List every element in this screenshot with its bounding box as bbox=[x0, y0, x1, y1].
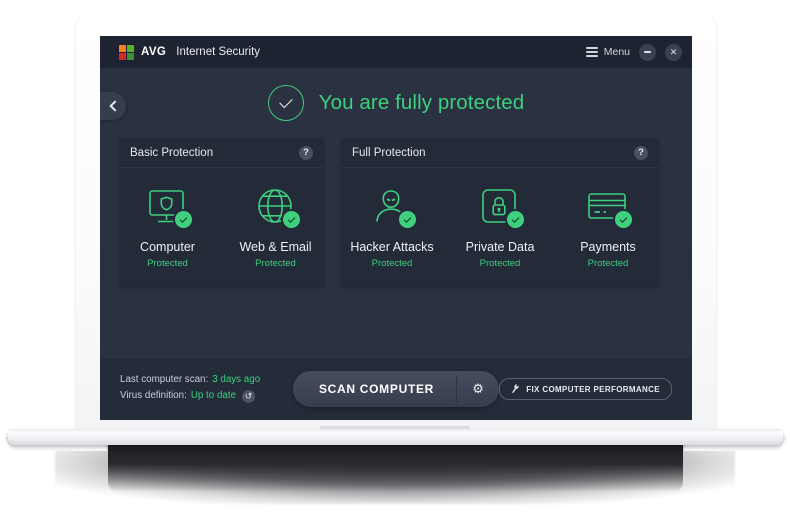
application-screen: AVG Internet Security Menu ✕ You are ful… bbox=[100, 36, 692, 420]
chevron-left-icon bbox=[108, 100, 121, 112]
menu-button-label: Menu bbox=[603, 46, 630, 58]
tile-state-payments: Protected bbox=[587, 258, 629, 269]
help-icon-basic[interactable]: ? bbox=[299, 145, 313, 160]
wrench-icon bbox=[510, 383, 521, 396]
tile-state-hacker-attacks: Protected bbox=[371, 258, 413, 269]
protection-panels: Basic Protection ? Computer Protected We… bbox=[100, 138, 692, 287]
gear-icon[interactable]: ⚙ bbox=[457, 371, 499, 407]
padlock-icon bbox=[476, 183, 526, 231]
close-button[interactable]: ✕ bbox=[665, 43, 682, 61]
panel-body: Computer Protected Web & Email Protected bbox=[119, 168, 324, 287]
refresh-icon[interactable]: ↺ bbox=[242, 389, 256, 403]
last-scan-label: Last computer scan: bbox=[120, 374, 209, 385]
tile-label-payments: Payments bbox=[580, 240, 636, 254]
last-scan-row: Last computer scan: 3 days ago bbox=[120, 372, 260, 388]
fix-computer-performance-label: FIX COMPUTER PERFORMANCE bbox=[526, 384, 660, 394]
help-icon-full[interactable]: ? bbox=[634, 145, 648, 160]
panel-header: Full Protection ? bbox=[341, 138, 659, 168]
check-badge-icon bbox=[397, 209, 418, 230]
tile-state-computer: Protected bbox=[147, 258, 188, 269]
close-icon: ✕ bbox=[669, 46, 678, 57]
laptop-base bbox=[8, 429, 783, 445]
minimize-icon bbox=[644, 51, 651, 53]
check-badge-icon bbox=[613, 209, 634, 230]
title-bar: AVG Internet Security Menu ✕ bbox=[100, 36, 692, 68]
panel-full-protection: Full Protection ? Hacker Attacks Protect… bbox=[341, 138, 659, 287]
virus-definition-value: Up to date bbox=[190, 390, 237, 401]
globe-icon bbox=[252, 183, 302, 231]
tile-computer[interactable]: Computer Protected bbox=[125, 183, 211, 269]
avg-tiles-logo-icon bbox=[119, 44, 134, 60]
scan-info: Last computer scan: 3 days ago Virus def… bbox=[120, 372, 260, 404]
check-circle-icon bbox=[267, 85, 304, 121]
check-badge-icon bbox=[280, 209, 302, 230]
app-title: Internet Security bbox=[176, 46, 261, 58]
hamburger-icon bbox=[585, 47, 598, 57]
tile-label-computer: Computer bbox=[140, 240, 195, 254]
title-bar-controls: Menu ✕ bbox=[585, 43, 682, 61]
footer-bar: Last computer scan: 3 days ago Virus def… bbox=[100, 357, 692, 420]
panel-header: Basic Protection ? bbox=[119, 138, 324, 168]
scan-computer-button-group: SCAN COMPUTER ⚙ bbox=[292, 371, 500, 407]
fix-computer-performance-button[interactable]: FIX COMPUTER PERFORMANCE bbox=[499, 378, 672, 400]
tile-private-data[interactable]: Private Data Protected bbox=[457, 183, 543, 269]
tile-state-web-email: Protected bbox=[255, 258, 296, 269]
check-badge-icon bbox=[172, 209, 194, 230]
protection-status-headline: You are fully protected bbox=[318, 91, 525, 114]
check-badge-icon bbox=[505, 209, 526, 230]
panel-title-basic: Basic Protection bbox=[130, 146, 214, 159]
tile-label-hacker-attacks: Hacker Attacks bbox=[350, 240, 434, 254]
laptop-mockup: AVG Internet Security Menu ✕ You are ful… bbox=[0, 0, 790, 513]
hacker-person-icon bbox=[368, 183, 418, 231]
tile-hacker-attacks[interactable]: Hacker Attacks Protected bbox=[349, 183, 435, 269]
virus-definition-label: Virus definition: bbox=[120, 390, 187, 401]
last-scan-value: 3 days ago bbox=[212, 374, 261, 385]
tile-label-private-data: Private Data bbox=[465, 240, 535, 254]
tile-payments[interactable]: Payments Protected bbox=[565, 183, 651, 269]
tile-state-private-data: Protected bbox=[479, 258, 521, 269]
brand-mark: AVG bbox=[141, 46, 167, 58]
brand: AVG Internet Security bbox=[119, 44, 261, 60]
credit-card-icon bbox=[584, 183, 634, 231]
computer-monitor-shield-icon bbox=[144, 183, 194, 231]
panel-basic-protection: Basic Protection ? Computer Protected We… bbox=[119, 138, 324, 287]
tile-web-email[interactable]: Web & Email Protected bbox=[233, 183, 319, 269]
panel-body: Hacker Attacks Protected Private Data Pr… bbox=[341, 168, 659, 287]
virus-definition-row: Virus definition: Up to date ↺ bbox=[120, 388, 260, 404]
panel-title-full: Full Protection bbox=[352, 146, 426, 159]
tile-label-web-email: Web & Email bbox=[239, 240, 312, 254]
menu-button[interactable]: Menu bbox=[585, 46, 630, 58]
scan-computer-button[interactable]: SCAN COMPUTER bbox=[293, 371, 456, 407]
protection-status: You are fully protected bbox=[100, 68, 692, 138]
minimize-button[interactable] bbox=[639, 43, 656, 61]
